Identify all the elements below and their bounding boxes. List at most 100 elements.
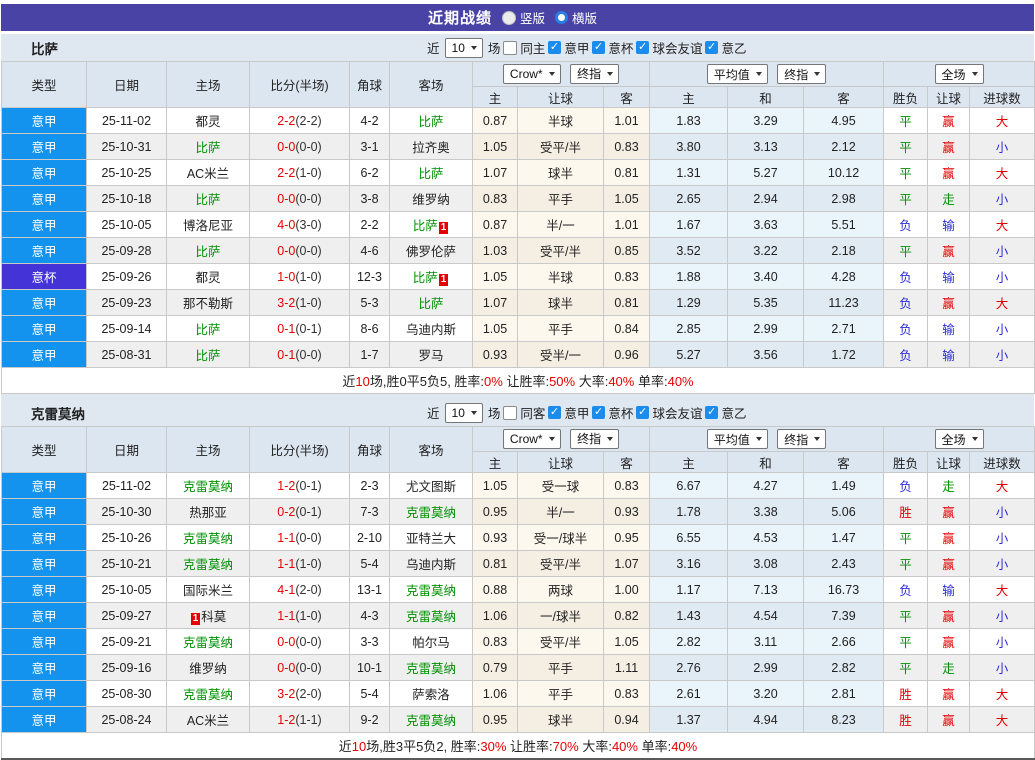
league-checkbox-friendly[interactable] [636,40,650,54]
avg-home-cell: 2.76 [649,654,729,681]
league-checkbox-serie-b[interactable] [705,40,719,54]
fulltime-score: 4-0 [277,217,296,232]
final-index-select-2[interactable]: 终指 [777,64,827,84]
match-row: 意甲 25-09-28 比萨 0-0(0-0) 4-6 佛罗伦萨 1.03 受平/半 0.85 3… [1,237,1035,264]
league-cell: 意甲 [1,706,87,733]
result-wdl-cell: 负 [883,211,929,238]
fulltime-score: 1-0 [277,269,296,284]
avg-away-cell: 7.39 [803,602,885,629]
near-label: 近 [427,42,440,56]
match-count-select[interactable]: 10 [444,37,483,58]
avg-home-cell: 1.37 [649,706,729,733]
league-checkbox-coppa[interactable] [592,405,606,419]
result-wdl-cell: 平 [883,550,929,577]
crown-handicap-cell: 球半 [517,289,604,316]
league-checkbox-friendly[interactable] [636,405,650,419]
league-cell: 意甲 [1,472,87,499]
league-label-serie-a: 意甲 [564,407,590,421]
fulltime-score: 0-0 [277,139,296,154]
avg-home-cell: 1.31 [649,159,729,186]
team-name: 克雷莫纳 [405,506,456,520]
match-count-select[interactable]: 10 [444,402,483,423]
team-name: 博洛尼亚 [182,219,233,233]
avg-home-cell: 3.16 [649,550,729,577]
title-bar: 近期战绩 竖版 横版 [1,4,1034,31]
halftime-score: (1-0) [295,556,322,571]
crown-away-odds-cell: 1.01 [602,107,651,134]
league-checkbox-serie-a[interactable] [548,405,562,419]
halftime-score: (0-1) [295,321,322,336]
home-team-cell: 比萨 [166,185,250,212]
league-checkbox-serie-a[interactable] [548,40,562,54]
score-cell: 0-1(0-1) [249,315,350,342]
radio-vertical-layout[interactable] [501,10,516,25]
match-count-value: 10 [451,405,465,420]
league-cell: 意甲 [1,341,87,368]
final-index-select[interactable]: 终指 [570,428,620,449]
final-index-select-2[interactable]: 终指 [777,429,827,449]
team-name: 科莫 [201,610,227,624]
radio-horizontal-layout[interactable] [555,11,568,24]
corner-cell: 13-1 [349,576,390,603]
result-handicap-cell: 输 [927,263,971,290]
crown-away-odds-cell: 0.83 [602,472,651,499]
crown-home-odds-cell: 0.79 [472,654,518,681]
avg-away-cell: 16.73 [803,576,885,603]
halftime-score: (0-0) [295,243,322,258]
result-wdl-cell: 平 [883,628,929,655]
fullmatch-group: 全场 [883,61,1035,87]
league-cell: 意甲 [1,315,87,342]
crown-home-odds-cell: 0.93 [472,341,518,368]
odds-source-value: Crow* [509,67,543,82]
odds-source-select[interactable]: Crow* [502,64,561,85]
corner-cell: 3-8 [349,185,390,212]
result-wdl-cell: 平 [883,133,929,160]
col-result-wdl: 胜负 [883,86,929,108]
avg-away-cell: 5.06 [803,498,885,525]
corner-cell: 9-2 [349,706,390,733]
fulltime-score: 0-1 [277,347,296,362]
home-team-cell: 克雷莫纳 [166,680,250,707]
away-team-cell: 克雷莫纳 [389,654,473,681]
final-index-select[interactable]: 终指 [570,63,620,84]
odds-source-select[interactable]: Crow* [502,429,561,450]
team-name: 罗马 [418,349,444,363]
games-label: 场 [487,407,501,421]
match-row: 意甲 25-10-18 比萨 0-0(0-0) 3-8 维罗纳 0.83 平手 1.05 2.65… [1,185,1035,212]
match-row: 意甲 25-10-05 博洛尼亚 4-0(3-0) 2-2 比萨 1 0.87 半/一 1.01 1… [1,211,1035,238]
match-row: 意甲 25-09-27 1 科莫 1-1(1-0) 4-3 克雷莫纳 1.06 一/球半 0.82… [1,602,1035,629]
result-handicap-cell: 输 [927,341,971,368]
league-checkbox-serie-b[interactable] [705,405,719,419]
result-wdl-cell: 平 [883,654,929,681]
match-row: 意杯 25-09-26 都灵 1-0(1-0) 12-3 比萨 1 1.05 半球 0.83 1.8… [1,263,1035,290]
match-row: 意甲 25-08-24 AC米兰 1-2(1-1) 9-2 克雷莫纳 0.95 球半 0.94 1… [1,706,1035,733]
avg-draw-cell: 3.11 [727,628,805,655]
result-handicap-cell: 赢 [927,289,971,316]
col-away: 客场 [389,61,473,108]
result-handicap-cell: 赢 [927,159,971,186]
league-cell: 意甲 [1,133,87,160]
league-label-friendly: 球会友谊 [652,42,703,56]
fullmatch-select[interactable]: 全场 [934,64,984,84]
league-cell: 意甲 [1,602,87,629]
col-avg-draw: 和 [727,86,805,108]
avg-home-cell: 2.65 [649,185,729,212]
league-checkbox-coppa[interactable] [592,40,606,54]
fullmatch-select[interactable]: 全场 [934,429,984,449]
team-name: 比萨 [412,219,438,233]
corner-cell: 2-10 [349,524,390,551]
score-cell: 1-1(0-0) [249,524,350,551]
avg-draw-cell: 4.53 [727,524,805,551]
result-handicap-cell: 赢 [927,628,971,655]
col-odds-away: 客 [602,86,651,108]
score-cell: 0-0(0-0) [249,628,350,655]
result-goals-cell: 小 [969,237,1035,264]
same-home-checkbox[interactable] [503,40,518,55]
average-select[interactable]: 平均值 [706,429,768,449]
away-team-cell: 亚特兰大 [389,524,473,551]
same-away-checkbox[interactable] [503,405,518,420]
result-handicap-cell: 赢 [927,550,971,577]
average-select[interactable]: 平均值 [706,64,768,84]
league-cell: 意甲 [1,524,87,551]
average-odds-group: 平均值 终指 [649,61,885,87]
